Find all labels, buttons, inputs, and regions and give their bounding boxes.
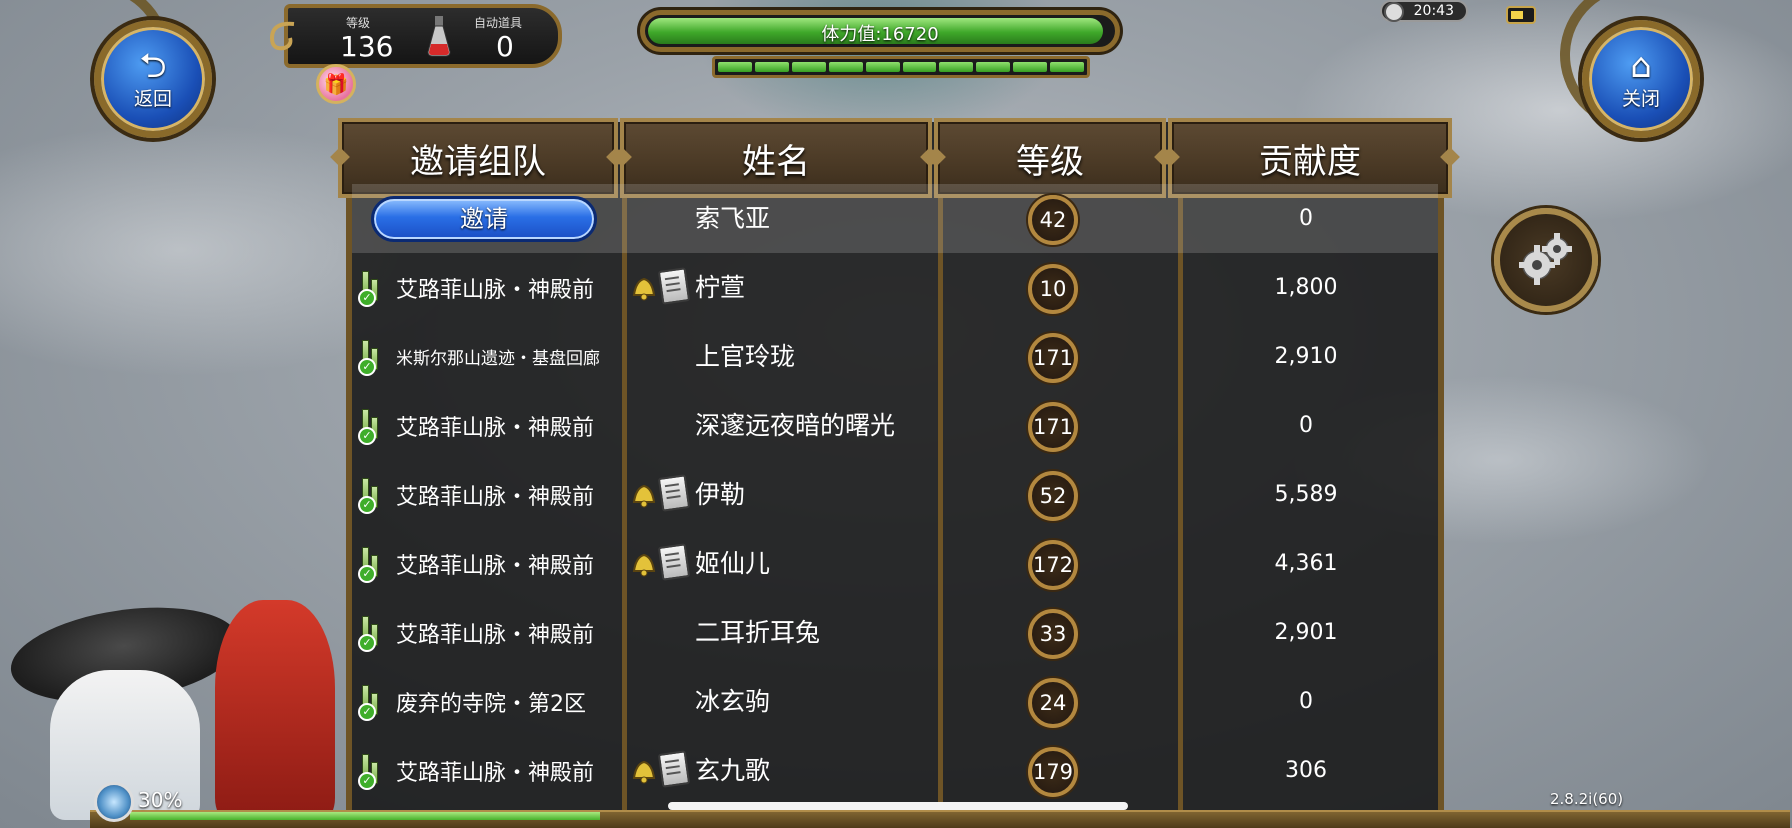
table-row[interactable]: ✓ 米斯尔那山遗迹・基盘回廊 上官玲珑 171 2,910: [352, 322, 1438, 391]
table-row[interactable]: ✓ 废弃的寺院・第2区 冰玄驹 24 0: [352, 667, 1438, 736]
close-button[interactable]: ⌂ 关闭: [1582, 20, 1700, 138]
member-location: ✓ 艾路菲山脉・神殿前: [352, 391, 614, 460]
note-icon: [657, 750, 691, 788]
gift-button[interactable]: 🎁: [316, 64, 356, 104]
note-icon: [657, 543, 691, 581]
player-info-box: 等级 136 自动道具 0: [269, 4, 562, 68]
member-name: 上官玲珑: [695, 342, 796, 371]
table-row[interactable]: ✓ 艾路菲山脉・神殿前 玄九歌 179 306: [352, 736, 1438, 805]
bell-icon: [632, 484, 656, 508]
level-label: 等级: [346, 16, 371, 30]
member-name: 深邃远夜暗的曙光: [695, 411, 896, 440]
clock-icon: [1384, 2, 1404, 22]
gear-icon: [1519, 233, 1572, 285]
member-name: 柠萱: [695, 273, 746, 302]
online-status-icon: ✓: [358, 752, 388, 790]
member-level-badge: 179: [1028, 747, 1078, 797]
online-status-icon: ✓: [358, 476, 388, 514]
member-contribution: 5,589: [1274, 482, 1338, 507]
bell-icon: [632, 553, 656, 577]
table-row[interactable]: ✓ 艾路菲山脉・神殿前 二耳折耳兔 33 2,901: [352, 598, 1438, 667]
battery-icon: [1506, 6, 1536, 24]
gift-icon: 🎁: [323, 72, 349, 96]
online-status-icon: ✓: [358, 545, 388, 583]
home-indicator[interactable]: [668, 802, 1128, 810]
member-name: 冰玄驹: [695, 687, 771, 716]
settings-button[interactable]: [1494, 208, 1598, 312]
stamina-segments: [712, 56, 1090, 78]
table-row[interactable]: ✓ 艾路菲山脉・神殿前 柠萱 10 1,800: [352, 253, 1438, 322]
close-label: 关闭: [1621, 87, 1660, 110]
online-status-icon: ✓: [358, 338, 388, 376]
member-badges: [628, 543, 698, 583]
online-status-icon: ✓: [358, 269, 388, 307]
experience-icon: [94, 782, 134, 822]
member-level-badge: 52: [1028, 471, 1078, 521]
character-red: [215, 600, 335, 820]
member-location: ✓ 艾路菲山脉・神殿前: [352, 529, 614, 598]
member-contribution: 2,901: [1274, 620, 1338, 645]
player-characters: [0, 590, 350, 820]
member-contribution: 1,800: [1274, 275, 1338, 300]
member-name: 二耳折耳兔: [695, 618, 821, 647]
back-label: 返回: [133, 87, 172, 110]
member-location: ✓ 艾路菲山脉・神殿前: [352, 598, 614, 667]
member-name: 索飞亚: [695, 204, 771, 233]
ornament-swirl-icon: [269, 21, 295, 51]
member-location: ✓ 艾路菲山脉・神殿前: [352, 460, 614, 529]
stamina-bar: 体力值:16720: [640, 10, 1120, 52]
clock-text: 20:43: [1413, 3, 1454, 19]
online-status-icon: ✓: [358, 683, 388, 721]
member-location: ✓ 废弃的寺院・第2区: [352, 667, 614, 736]
bell-icon: [632, 277, 656, 301]
experience-percent: 30%: [138, 788, 183, 812]
note-icon: [657, 267, 691, 305]
auto-item-value: 0: [496, 30, 514, 63]
member-contribution: 2,910: [1274, 344, 1338, 369]
member-name: 姬仙儿: [695, 549, 771, 578]
stamina-text: 体力值:16720: [821, 24, 939, 45]
member-level-badge: 171: [1028, 333, 1078, 383]
home-icon: ⌂: [1630, 45, 1652, 86]
back-arrow-icon: ⮌: [139, 45, 167, 86]
bell-icon: [632, 760, 656, 784]
member-name: 玄九歌: [695, 756, 771, 785]
member-contribution: 306: [1285, 758, 1327, 783]
auto-item-label: 自动道具: [474, 16, 523, 30]
online-status-icon: ✓: [358, 407, 388, 445]
back-button[interactable]: ⮌ 返回: [94, 20, 212, 138]
member-level-badge: 33: [1028, 609, 1078, 659]
member-level-badge: 42: [1028, 195, 1078, 245]
invite-button[interactable]: 邀请: [371, 196, 597, 242]
member-badges: [628, 267, 698, 307]
member-badges: [628, 474, 698, 514]
version-label: 2.8.2i(60): [1550, 790, 1624, 808]
member-location: ✓ 米斯尔那山遗迹・基盘回廊: [352, 322, 614, 391]
member-contribution: 0: [1299, 689, 1313, 714]
member-badges: [628, 750, 698, 790]
member-level-badge: 172: [1028, 540, 1078, 590]
potion-icon: [427, 16, 451, 57]
member-level-badge: 24: [1028, 678, 1078, 728]
online-status-icon: ✓: [358, 614, 388, 652]
member-location: ✓ 艾路菲山脉・神殿前: [352, 736, 614, 805]
level-value: 136: [340, 30, 394, 63]
member-name: 伊勒: [695, 480, 746, 509]
member-contribution: 0: [1299, 206, 1313, 231]
table-row[interactable]: ✓ 艾路菲山脉・神殿前 姬仙儿 172 4,361: [352, 529, 1438, 598]
experience-fill: [130, 812, 600, 820]
note-icon: [657, 474, 691, 512]
member-location: ✓ 艾路菲山脉・神殿前: [352, 253, 614, 322]
table-row[interactable]: ✓ 艾路菲山脉・神殿前 伊勒 52 5,589: [352, 460, 1438, 529]
table-row[interactable]: 邀请 索飞亚 42 0: [352, 184, 1438, 253]
table-row[interactable]: ✓ 艾路菲山脉・神殿前 深邃远夜暗的曙光 171 0: [352, 391, 1438, 460]
member-level-badge: 171: [1028, 402, 1078, 452]
member-contribution: 0: [1299, 413, 1313, 438]
member-contribution: 4,361: [1274, 551, 1338, 576]
member-level-badge: 10: [1028, 264, 1078, 314]
